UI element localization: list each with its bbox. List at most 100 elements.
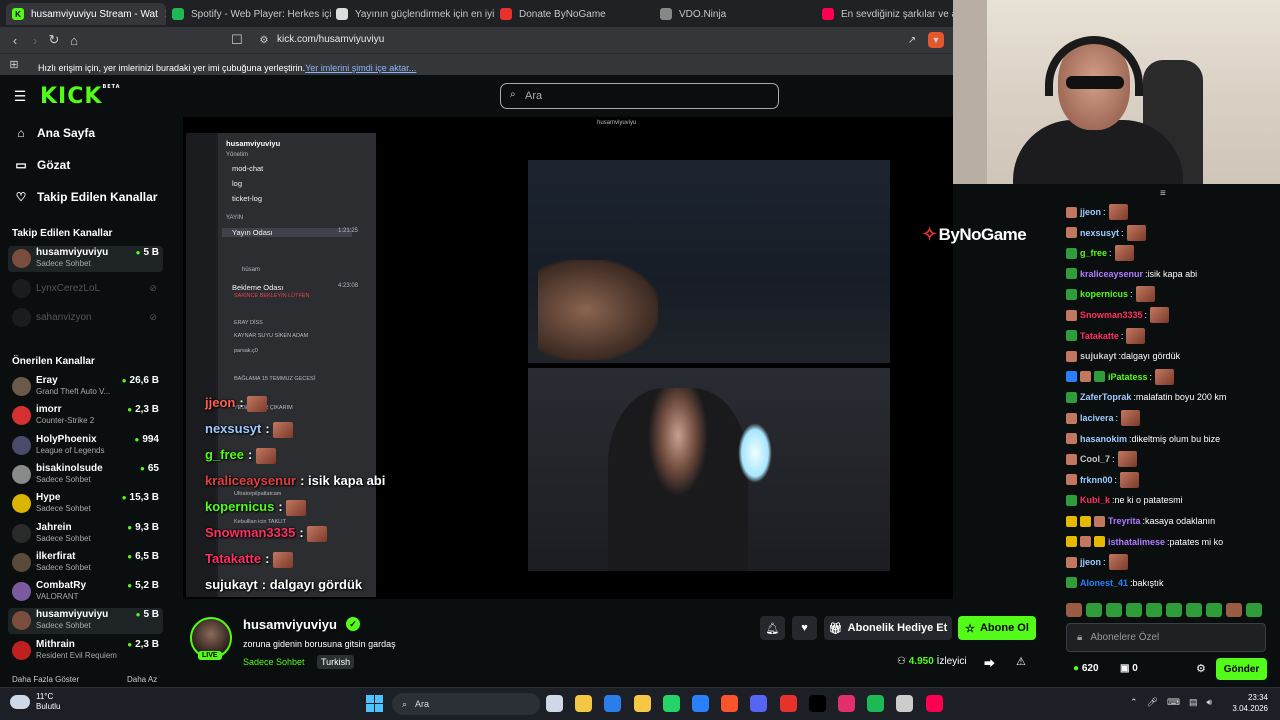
sidebar-channel[interactable]: bisakinolsudeSadece Sohbet 65 bbox=[8, 462, 163, 488]
reload-icon[interactable]: ↻ bbox=[46, 32, 62, 48]
sidebar-channel[interactable]: HypeSadece Sohbet 15,3 B bbox=[8, 491, 163, 517]
file-explorer-icon[interactable] bbox=[575, 695, 593, 712]
stream-tag[interactable]: Turkish bbox=[317, 655, 355, 669]
chat-collapse-icon[interactable]: ≡ bbox=[1160, 188, 1166, 199]
chat-settings-icon[interactable]: ⚙ bbox=[1196, 662, 1206, 675]
task-view-icon[interactable] bbox=[546, 695, 563, 712]
weather-widget[interactable]: 11°C Bulutlu bbox=[10, 692, 60, 712]
brave-icon[interactable] bbox=[721, 695, 739, 712]
bookmark-icon[interactable]: ☐ bbox=[229, 32, 245, 48]
send-button[interactable]: Gönder bbox=[1216, 658, 1267, 680]
share-icon[interactable]: ↗ bbox=[904, 32, 920, 48]
spotify-icon[interactable] bbox=[867, 695, 885, 712]
instagram-icon[interactable] bbox=[838, 695, 855, 712]
sidebar-nav-item[interactable]: ⌂ Ana Sayfa bbox=[14, 126, 95, 140]
stream-category[interactable]: Sadece Sohbet bbox=[243, 657, 305, 667]
volume-icon[interactable]: 🔊︎ bbox=[1207, 697, 1213, 708]
emote-icon[interactable] bbox=[1126, 603, 1142, 617]
chat-username[interactable]: Kubi_k bbox=[1080, 495, 1110, 505]
back-icon[interactable]: ‹ bbox=[7, 32, 23, 48]
chat-username[interactable]: Tatakatte bbox=[1080, 331, 1119, 341]
site-info-icon[interactable]: ⚙ bbox=[256, 32, 272, 48]
streamer-name[interactable]: husamviyuviyu bbox=[243, 617, 337, 632]
chat-username[interactable]: iPatatess bbox=[1108, 372, 1148, 382]
drops-counter[interactable]: ▣ 0 bbox=[1120, 663, 1138, 674]
show-more-link[interactable]: Daha Fazla Göster bbox=[12, 675, 79, 684]
tiktok-live-icon[interactable] bbox=[925, 695, 943, 712]
apps-grid-icon[interactable]: ⊞ bbox=[6, 56, 22, 72]
whatsapp-icon[interactable] bbox=[662, 695, 680, 712]
emote-icon[interactable] bbox=[1066, 603, 1082, 617]
keyboard-icon[interactable]: ⌨ bbox=[1167, 697, 1180, 708]
emote-icon[interactable] bbox=[1106, 603, 1122, 617]
show-less-link[interactable]: Daha Az bbox=[127, 675, 157, 684]
sidebar-channel[interactable]: ErayGrand Theft Auto V... 26,6 B bbox=[8, 374, 163, 400]
microphone-icon[interactable]: 🎤︎ bbox=[1147, 697, 1158, 708]
emote-icon[interactable] bbox=[1086, 603, 1102, 617]
report-icon[interactable]: ⚠ bbox=[1016, 655, 1026, 668]
browser-tab[interactable]: Spotify - Web Player: Herkes için mü bbox=[172, 3, 332, 25]
browser-tab[interactable]: VDO.Ninja bbox=[660, 3, 820, 25]
emote-icon[interactable] bbox=[1206, 603, 1222, 617]
chat-username[interactable]: frknn00 bbox=[1080, 475, 1113, 485]
sidebar-channel[interactable]: JahreinSadece Sohbet 9,3 B bbox=[8, 521, 163, 547]
chat-username[interactable]: ZaferToprak bbox=[1080, 392, 1131, 402]
sidebar-channel[interactable]: husamviyuviyuSadece Sohbet 5 B bbox=[8, 246, 163, 272]
browser-tab[interactable]: Donate ByNoGame bbox=[500, 3, 660, 25]
url-field[interactable]: kick.com/husamviyuviyu bbox=[277, 34, 384, 45]
sidebar-channel[interactable]: HolyPhoenixLeague of Legends 994 bbox=[8, 433, 163, 459]
sidebar-channel[interactable]: sahanvizyon ⊘ bbox=[8, 305, 163, 331]
chat-username[interactable]: Alonest_41 bbox=[1080, 578, 1128, 588]
sidebar-channel[interactable]: husamviyuviyuSadece Sohbet 5 B bbox=[8, 608, 163, 635]
obs-icon[interactable] bbox=[896, 695, 914, 712]
chat-input[interactable]: 🔒︎ Abonelere Özel bbox=[1066, 623, 1266, 652]
clock[interactable]: 23:34 3.04.2026 bbox=[1228, 692, 1268, 714]
sidebar-channel[interactable]: ilkerfiratSadece Sohbet 6,5 B bbox=[8, 550, 163, 576]
emote-icon[interactable] bbox=[1186, 603, 1202, 617]
emote-icon[interactable] bbox=[1166, 603, 1182, 617]
tiktok-icon[interactable] bbox=[808, 695, 826, 712]
search-input[interactable]: ⌕ Ara bbox=[500, 83, 779, 109]
chat-username[interactable]: isthatalimese bbox=[1108, 537, 1165, 547]
kick-logo[interactable]: KICKBETA bbox=[40, 84, 121, 109]
sidebar-channel[interactable]: CombatRyVALORANT 5,2 B bbox=[8, 579, 163, 605]
sidebar-channel[interactable]: MithrainResident Evil Requiem 2,3 B bbox=[8, 638, 163, 664]
browser-tab[interactable]: Khusamviyuviyu Stream - Wat✕ bbox=[6, 3, 166, 25]
notification-bell-button[interactable]: 🔔︎ bbox=[760, 616, 785, 640]
sidebar-channel[interactable]: imorrCounter-Strike 2 2,3 B bbox=[8, 403, 163, 429]
chat-username[interactable]: kopernicus bbox=[1080, 289, 1128, 299]
taskbar-search[interactable]: ⌕ Ara bbox=[392, 693, 540, 715]
sidebar-nav-item[interactable]: ♡ Takip Edilen Kanallar bbox=[14, 190, 158, 204]
start-button[interactable] bbox=[366, 695, 383, 712]
outlook-icon[interactable] bbox=[692, 695, 709, 712]
brave-shield-icon[interactable]: ▼ bbox=[928, 32, 944, 48]
discord-icon[interactable] bbox=[750, 695, 768, 712]
network-icon[interactable]: ▤ bbox=[1189, 697, 1198, 708]
chat-username[interactable]: Treyrita bbox=[1108, 516, 1141, 526]
browser-tab[interactable]: Yayının güçlendirmek için en iyi yazı bbox=[336, 3, 496, 25]
gift-subscription-button[interactable]: 🎁︎ Abonelik Hediye Et bbox=[824, 616, 952, 640]
sidebar-channel[interactable]: LynxCerezLoL ⊘ bbox=[8, 276, 163, 302]
menu-icon[interactable]: ☰ bbox=[12, 88, 28, 104]
home-icon[interactable]: ⌂ bbox=[66, 32, 82, 48]
chat-username[interactable]: g_free bbox=[1080, 248, 1107, 258]
chat-username[interactable]: jjeon bbox=[1080, 557, 1101, 567]
chevron-up-icon[interactable]: ⌃ bbox=[1130, 697, 1138, 708]
forward-icon[interactable]: › bbox=[27, 32, 43, 48]
channel-points[interactable]: ● 620 bbox=[1073, 663, 1099, 674]
emote-icon[interactable] bbox=[1146, 603, 1162, 617]
chat-username[interactable]: nexsusyt bbox=[1080, 228, 1119, 238]
chat-username[interactable]: hasanokim bbox=[1080, 434, 1127, 444]
chat-username[interactable]: sujukayt bbox=[1080, 351, 1117, 361]
share-icon[interactable]: ⮕ bbox=[984, 655, 995, 671]
chat-username[interactable]: kraliceaysenur bbox=[1080, 269, 1143, 279]
chat-username[interactable]: jjeon bbox=[1080, 207, 1101, 217]
sidebar-nav-item[interactable]: ▭ Gözat bbox=[14, 158, 70, 172]
chat-username[interactable]: Snowman3335 bbox=[1080, 310, 1143, 320]
browser-tab[interactable]: En sevdiğiniz şarkılar ve albümle bbox=[822, 3, 953, 25]
store-icon[interactable] bbox=[604, 695, 622, 712]
emote-icon[interactable] bbox=[1246, 603, 1262, 617]
chat-username[interactable]: lacivera bbox=[1080, 413, 1114, 423]
folder-icon[interactable] bbox=[633, 695, 651, 712]
import-bookmarks-link[interactable]: Yer imlerini şimdi içe aktar... bbox=[305, 63, 416, 73]
